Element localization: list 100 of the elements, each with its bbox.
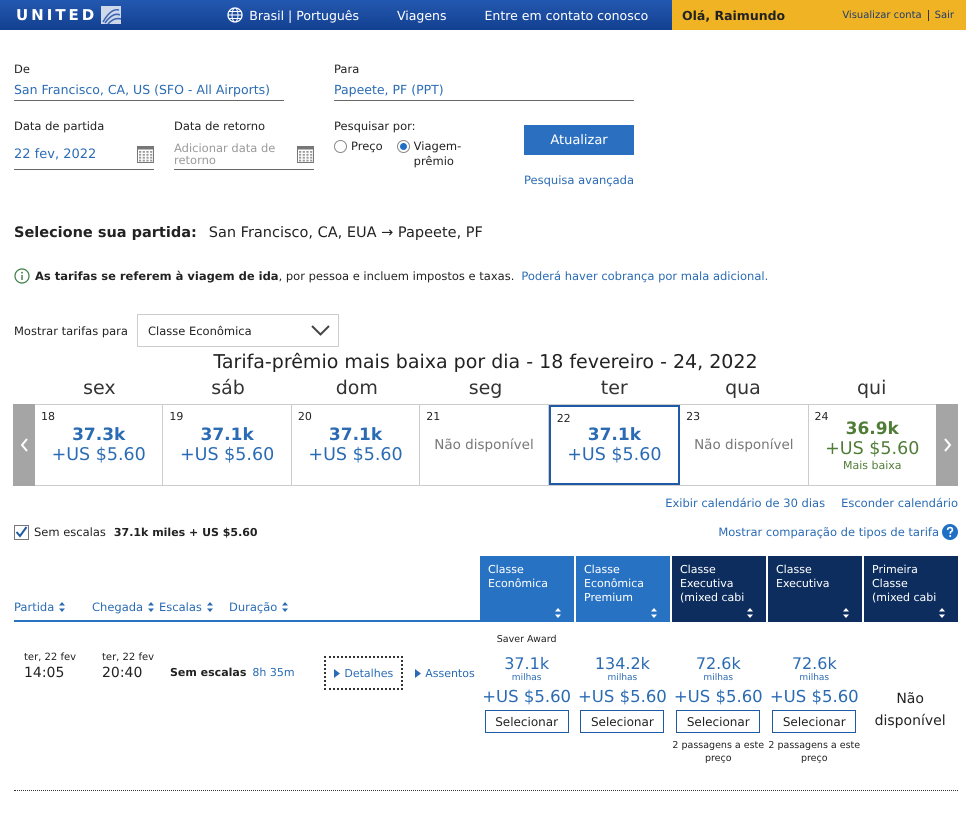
miles-price: 37.1k	[328, 425, 382, 445]
nav-link[interactable]: Entre em contato conosco	[484, 8, 648, 22]
globe-icon	[227, 7, 244, 23]
day-number: 21	[426, 410, 440, 423]
miles-unit: milhas	[512, 673, 542, 683]
miles-price: 134.2k	[594, 654, 650, 673]
weekday-label: seg	[468, 376, 504, 401]
fare-column-header[interactable]: Primeira Classe (mixed cabi	[864, 556, 958, 622]
column-title: Classe Executiva (mixed cabi	[680, 563, 746, 605]
unavailable-text: Não disponível	[874, 690, 947, 731]
calendar-link[interactable]: Esconder calendário	[841, 496, 958, 510]
select-button[interactable]: Selecionar	[772, 710, 856, 733]
seats-link[interactable]: Assentos	[415, 656, 475, 690]
select-button[interactable]: Selecionar	[484, 710, 569, 733]
account-link[interactable]: Sair	[934, 10, 954, 20]
advanced-search-link[interactable]: Pesquisa avançada	[524, 173, 634, 187]
day-number: 23	[686, 410, 700, 423]
chevron-right-icon	[942, 438, 952, 452]
radio-button[interactable]	[396, 140, 410, 153]
fare-column-header[interactable]: Classe Executiva	[768, 556, 862, 622]
weekday-label: ter	[600, 376, 629, 401]
filter-label: Mostrar tarifas para	[14, 324, 128, 338]
checkbox-label: Sem escalas	[34, 525, 106, 539]
miles-unit: milhas	[608, 673, 638, 683]
field-label: Data de retorno	[174, 119, 266, 133]
column-header[interactable]: Duração	[229, 600, 309, 614]
fee-price: +US $5.60	[180, 445, 274, 465]
miles-unit: milhas	[703, 673, 734, 683]
flight-date: ter, 22 fev	[102, 652, 156, 663]
locale-link[interactable]: Brasil | Português	[249, 8, 360, 22]
origin-field[interactable]: San Francisco, CA, US (SFO - All Airports)	[14, 82, 284, 101]
day-number: 20	[298, 410, 312, 423]
sort-icon	[746, 607, 754, 619]
day-fare-cell[interactable]: 24 36.9k +US $5.60 Mais baixa	[808, 405, 936, 485]
select-button[interactable]: Selecionar	[676, 710, 760, 733]
stops-text: Sem escalas	[170, 666, 246, 681]
miles-price: 36.9k	[846, 418, 899, 438]
chevron-left-icon	[20, 438, 28, 452]
unavailable-text: Não disponível	[694, 437, 794, 453]
duration-text: 8h 35m	[252, 666, 296, 681]
miles-price: 72.6k	[696, 654, 741, 673]
destination-field[interactable]: Papeete, PF (PPT)	[334, 82, 634, 101]
weekday-label: qui	[856, 376, 888, 401]
sort-icon	[842, 607, 850, 619]
field-label: Pesquisar por:	[334, 119, 417, 133]
checkbox[interactable]	[14, 524, 29, 540]
departure-date-field[interactable]: 22 fev, 2022	[14, 139, 154, 170]
column-title: Classe Econômica Premium	[584, 563, 645, 605]
fare-column-header[interactable]: Classe Econômica	[480, 556, 574, 622]
day-fare-cell[interactable]: 22 37.1k +US $5.60	[548, 405, 680, 485]
chevron-down-icon	[310, 325, 330, 336]
calendar-icon	[297, 145, 314, 163]
column-header[interactable]: Chegada	[92, 600, 159, 614]
fee-price: +US $5.60	[52, 445, 146, 465]
day-fare-cell[interactable]: 21 Não disponível	[420, 405, 549, 485]
flight-date: ter, 22 fev	[24, 652, 78, 663]
day-number: 22	[556, 412, 571, 425]
caret-icon	[415, 668, 422, 678]
award-label: Saver Award	[496, 634, 556, 647]
logo-text[interactable]: UNITED	[16, 6, 98, 24]
miles-price: 37.1k	[588, 425, 642, 445]
compare-fares-link[interactable]: Mostrar comparação de tipos de tarifa	[718, 525, 939, 539]
sort-icon	[650, 607, 658, 619]
section-heading: Selecione sua partida:	[14, 225, 197, 241]
day-fare-cell[interactable]: 20 37.1k +US $5.60	[292, 405, 420, 485]
miles-price: 37.3k	[72, 425, 126, 445]
day-fare-cell[interactable]: 23 Não disponível	[680, 405, 809, 485]
radio-label: Viagem-prêmio	[414, 139, 462, 169]
column-title: Primeira Classe (mixed cabi	[872, 563, 938, 605]
route-text: San Francisco, CA, EUA → Papeete, PF	[208, 225, 483, 241]
fee-price: +US $5.60	[567, 445, 662, 465]
select-button[interactable]: Selecionar	[580, 710, 664, 733]
calendar-icon	[137, 145, 154, 163]
day-fare-cell[interactable]: 19 37.1k +US $5.60	[163, 405, 292, 485]
baggage-link[interactable]: Poderá haver cobrança por mala adicional.	[521, 269, 768, 283]
nav-link[interactable]: Viagens	[397, 8, 446, 22]
weekday-label: sex	[82, 376, 117, 401]
flight-time: 20:40	[102, 665, 144, 681]
caret-icon	[334, 668, 340, 678]
column-header[interactable]: Escalas	[159, 600, 229, 614]
calendar-title: Tarifa-prêmio mais baixa por dia - 18 fevereiro - 24, 2022	[212, 351, 759, 373]
miles-price: 37.1k	[504, 654, 550, 673]
account-link[interactable]: Visualizar conta	[842, 10, 922, 20]
day-number: 24	[814, 410, 829, 423]
fee-price: +US $5.60	[578, 687, 667, 706]
day-fare-cell[interactable]: 18 37.3k +US $5.60	[35, 405, 164, 485]
cabin-dropdown[interactable]: Classe Econômica	[136, 314, 339, 347]
notice-text: As tarifas se referem à viagem de ida, por pessoa e incluem impostos e taxas.	[35, 269, 514, 283]
update-button[interactable]: Atualizar	[524, 125, 634, 155]
calendar-link[interactable]: Exibir calendário de 30 dias	[665, 496, 826, 510]
day-number: 18	[41, 410, 55, 423]
fare-column-header[interactable]: Classe Executiva (mixed cabi	[672, 556, 766, 622]
availability-note: 2 passagens a este preço	[767, 739, 862, 765]
weekday-label: sáb	[210, 376, 246, 401]
fare-column-header[interactable]: Classe Econômica Premium	[576, 556, 670, 622]
fee-price: +US $5.60	[770, 687, 859, 706]
radio-button[interactable]	[334, 140, 347, 153]
column-header[interactable]: Partida	[14, 600, 92, 614]
details-link[interactable]: Detalhes	[324, 656, 404, 690]
fee-price: +US $5.60	[825, 438, 920, 458]
